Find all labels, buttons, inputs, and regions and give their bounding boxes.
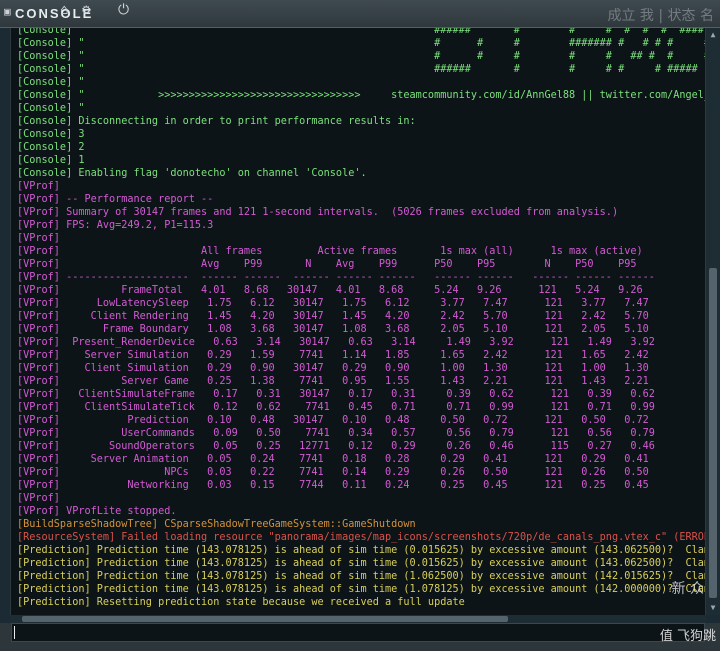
log-line: [Console] " ###### # # # # # ##### #####… — [17, 64, 698, 75]
scroll-thumb[interactable] — [709, 268, 717, 598]
log-line: [VProf] Server Game 0.25 1.38 7741 0.95 … — [17, 376, 649, 387]
log-line: [VProf] Server Animation 0.05 0.24 7741 … — [17, 454, 649, 465]
log-line: [VProf] Server Simulation 0.29 1.59 7741… — [17, 350, 649, 361]
log-line: [Console] " ###### # # # # # # #### ####… — [17, 28, 706, 36]
text-caret — [14, 626, 15, 639]
log-line: [Prediction] Prediction time (143.078125… — [17, 558, 705, 569]
log-line: [VProf] Client Rendering 1.45 4.20 30147… — [17, 311, 649, 322]
log-line: [VProf] -------------------- ------ ----… — [17, 272, 655, 283]
log-line: [VProf] — [17, 181, 60, 192]
log-line: [Console] 2 — [17, 142, 85, 153]
log-line: [VProf] Summary of 30147 frames and 121 … — [17, 207, 619, 218]
log-line: [Console] " — [17, 77, 85, 88]
console-log[interactable]: [Console] " ###### # # # # # # #### ####… — [10, 28, 706, 615]
log-line: [VProf] SoundOperators 0.05 0.25 12771 0… — [17, 441, 655, 452]
scroll-down-icon[interactable]: ▼ — [708, 603, 718, 613]
log-line: [VProf] — [17, 493, 60, 504]
log-line: [VProf] ClientSimulateFrame 0.17 0.31 30… — [17, 389, 655, 400]
log-line: [VProf] FrameTotal 4.01 8.68 30147 4.01 … — [17, 285, 643, 296]
console-titlebar[interactable]: ▣ CONSOLE ⌂ ⚙ ⏻ 成立 我 | 状态 名 — [0, 0, 720, 28]
log-line: [VProf] Client Simulation 0.29 0.90 3014… — [17, 363, 649, 374]
log-line: [ResourceSystem] Failed loading resource… — [17, 532, 705, 543]
log-line: [VProf] Networking 0.03 0.15 7744 0.11 0… — [17, 480, 649, 491]
log-line: [VProf] Avg P99 N Avg P99 P50 P95 N P50 … — [17, 259, 637, 270]
power-icon: ⏻ — [118, 2, 130, 18]
log-line: [Console] " # # # # # ## # # # # # — [17, 51, 706, 62]
log-line: [Prediction] Resetting prediction state … — [17, 597, 465, 608]
log-line: [Prediction] Prediction time (143.078125… — [17, 545, 705, 556]
log-line: [Prediction] Prediction time (143.078125… — [17, 571, 705, 582]
log-line: [VProf] Prediction 0.10 0.48 30147 0.10 … — [17, 415, 649, 426]
vertical-scrollbar[interactable]: ▲ ▼ — [706, 28, 720, 615]
log-line: [Console] Disconnecting in order to prin… — [17, 116, 416, 127]
scroll-up-icon[interactable]: ▲ — [708, 30, 718, 40]
log-line: [BuildSparseShadowTree] CSparseShadowTre… — [17, 519, 416, 530]
log-line: [Console] 3 — [17, 129, 85, 140]
home-icon: ⌂ — [60, 2, 69, 18]
log-line: [VProf] ClientSimulateTick 0.12 0.62 774… — [17, 402, 655, 413]
log-line: [VProf] Frame Boundary 1.08 3.68 30147 1… — [17, 324, 649, 335]
log-line: [VProf] Present_RenderDevice 0.63 3.14 3… — [17, 337, 655, 348]
horizontal-scrollbar[interactable] — [10, 615, 706, 623]
log-line: [VProf] UserCommands 0.09 0.50 7741 0.34… — [17, 428, 655, 439]
log-line: [VProf] VProfLite stopped. — [17, 506, 177, 517]
log-line: [Console] Enabling flag 'donotecho' on c… — [17, 168, 367, 179]
log-line: [VProf] NPCs 0.03 0.22 7741 0.14 0.29 0.… — [17, 467, 649, 478]
log-line: [VProf] — [17, 233, 60, 244]
background-menu-text: 成立 我 | 状态 名 — [607, 8, 714, 24]
watermark-logo: 值 飞狗跳 — [659, 629, 716, 644]
log-line: [Console] 1 — [17, 155, 85, 166]
log-line: [Console] " >>>>>>>>>>>>>>>>>>>>>>>>>>>>… — [17, 90, 706, 101]
log-line: [VProf] All frames Active frames 1s max … — [17, 246, 643, 257]
console-footer: 值 飞狗跳 — [0, 623, 720, 651]
log-line: [VProf] LowLatencySleep 1.75 6.12 30147 … — [17, 298, 649, 309]
command-input[interactable] — [11, 623, 705, 642]
log-line: [Prediction] Prediction time (143.078125… — [17, 584, 705, 595]
watermark-top: 新 众 — [671, 581, 704, 597]
gear-icon: ⚙ — [82, 2, 91, 18]
horizontal-scroll-thumb[interactable] — [22, 616, 508, 622]
log-line: [Console] " — [17, 103, 85, 114]
log-line: [VProf] -- Performance report -- — [17, 194, 214, 205]
log-content: [Console] " ###### # # # # # # #### ####… — [17, 28, 706, 609]
log-line: [Console] " # # # ####### # # # # # # # — [17, 38, 706, 49]
log-line: [VProf] FPS: Avg=249.2, P1=115.3 — [17, 220, 214, 231]
